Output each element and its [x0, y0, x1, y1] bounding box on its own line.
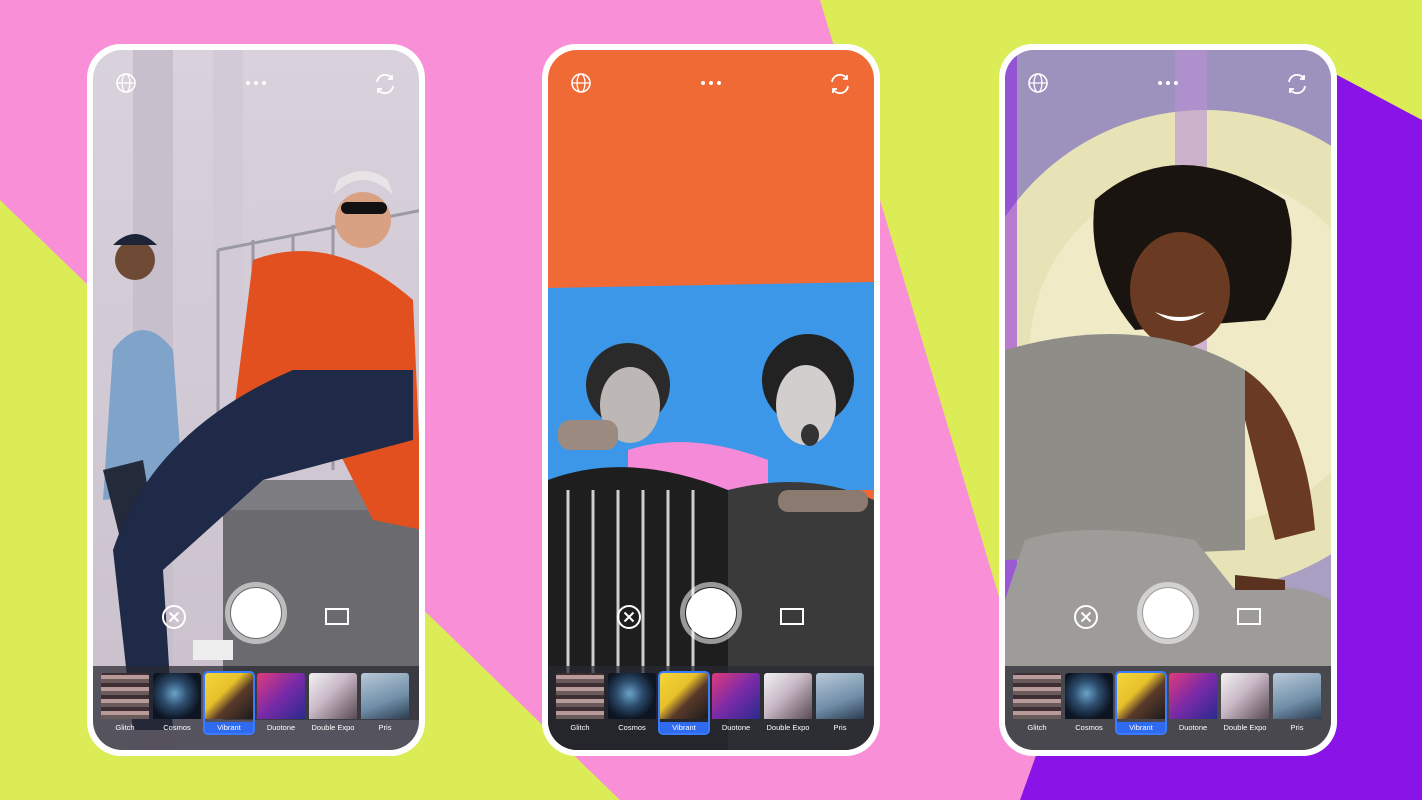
- filter-duotone[interactable]: Duotone: [257, 673, 305, 733]
- filter-prism[interactable]: Pris: [1273, 673, 1321, 733]
- cancel-icon[interactable]: [616, 604, 642, 630]
- filter-label: Vibrant: [660, 722, 708, 733]
- filter-vibrant[interactable]: Vibrant: [1115, 671, 1167, 735]
- filter-prism[interactable]: Pris: [361, 673, 409, 733]
- filter-double-expo[interactable]: Double Expo: [1221, 673, 1269, 733]
- globe-icon[interactable]: [115, 72, 137, 94]
- filter-label: hapes: [1005, 723, 1009, 732]
- camera-screen: hapes Glitch Cosmos Vibrant Duotone Doub…: [93, 50, 419, 750]
- camera-top-bar: [1005, 72, 1331, 96]
- filter-cosmos[interactable]: Cosmos: [1065, 673, 1113, 733]
- capture-controls: [93, 582, 419, 652]
- camera-screen: hapes Glitch Cosmos Vibrant Duotone Doub…: [1005, 50, 1331, 750]
- frame-icon[interactable]: [780, 608, 804, 625]
- filter-glitch[interactable]: Glitch: [1013, 673, 1061, 733]
- filter-label: Duotone: [266, 723, 296, 732]
- flip-camera-icon[interactable]: [1285, 72, 1309, 96]
- more-dots-icon[interactable]: [699, 80, 723, 86]
- filter-shapes[interactable]: hapes: [93, 673, 97, 733]
- capture-controls: [1005, 582, 1331, 652]
- filter-label: Glitch: [115, 723, 135, 732]
- camera-screen: hapes Glitch Cosmos Vibrant Duotone Doub…: [548, 50, 874, 750]
- filter-glitch[interactable]: Glitch: [101, 673, 149, 733]
- flip-camera-icon[interactable]: [828, 72, 852, 96]
- filter-bar: hapes Glitch Cosmos Vibrant Duotone Doub…: [1005, 666, 1331, 750]
- filter-bar: hapes Glitch Cosmos Vibrant Duotone Doub…: [548, 666, 874, 750]
- frame-icon[interactable]: [1237, 608, 1261, 625]
- filter-double-expo[interactable]: Double Expo: [309, 673, 357, 733]
- filter-prism[interactable]: Pris: [816, 673, 864, 733]
- filter-label: Cosmos: [163, 723, 191, 732]
- filter-list: hapes Glitch Cosmos Vibrant Duotone Doub…: [93, 671, 409, 735]
- filter-label: Pris: [378, 723, 392, 732]
- globe-icon[interactable]: [570, 72, 592, 94]
- filter-label: Pris: [833, 723, 847, 732]
- filter-label: Glitch: [570, 723, 590, 732]
- filter-label: Duotone: [1178, 723, 1208, 732]
- phone-mockup-1: hapes Glitch Cosmos Vibrant Duotone Doub…: [87, 44, 425, 756]
- filter-glitch[interactable]: Glitch: [556, 673, 604, 733]
- filter-shapes[interactable]: hapes: [1005, 673, 1009, 733]
- filter-duotone[interactable]: Duotone: [712, 673, 760, 733]
- filter-list: hapes Glitch Cosmos Vibrant Duotone Doub…: [548, 671, 864, 735]
- filter-label: hapes: [93, 723, 97, 732]
- capture-controls: [548, 582, 874, 652]
- camera-top-bar: [548, 72, 874, 96]
- filter-label: Vibrant: [205, 722, 253, 733]
- more-dots-icon[interactable]: [1156, 80, 1180, 86]
- filter-label: Pris: [1290, 723, 1304, 732]
- filter-vibrant[interactable]: Vibrant: [203, 671, 255, 735]
- filter-vibrant[interactable]: Vibrant: [658, 671, 710, 735]
- filter-label: Double Expo: [311, 723, 355, 732]
- filter-double-expo[interactable]: Double Expo: [764, 673, 812, 733]
- globe-icon[interactable]: [1027, 72, 1049, 94]
- filter-cosmos[interactable]: Cosmos: [153, 673, 201, 733]
- cancel-icon[interactable]: [161, 604, 187, 630]
- camera-top-bar: [93, 72, 419, 96]
- more-dots-icon[interactable]: [244, 80, 268, 86]
- filter-list: hapes Glitch Cosmos Vibrant Duotone Doub…: [1005, 671, 1321, 735]
- filter-shapes[interactable]: hapes: [548, 673, 552, 733]
- filter-label: Double Expo: [1223, 723, 1267, 732]
- cancel-icon[interactable]: [1073, 604, 1099, 630]
- flip-camera-icon[interactable]: [373, 72, 397, 96]
- filter-bar: hapes Glitch Cosmos Vibrant Duotone Doub…: [93, 666, 419, 750]
- frame-icon[interactable]: [325, 608, 349, 625]
- phone-mockup-2: hapes Glitch Cosmos Vibrant Duotone Doub…: [542, 44, 880, 756]
- filter-duotone[interactable]: Duotone: [1169, 673, 1217, 733]
- phone-mockup-3: hapes Glitch Cosmos Vibrant Duotone Doub…: [999, 44, 1337, 756]
- shutter-button[interactable]: [686, 588, 736, 638]
- filter-label: Double Expo: [766, 723, 810, 732]
- filter-cosmos[interactable]: Cosmos: [608, 673, 656, 733]
- filter-label: hapes: [548, 723, 552, 732]
- filter-label: Duotone: [721, 723, 751, 732]
- filter-label: Cosmos: [618, 723, 646, 732]
- filter-label: Vibrant: [1117, 722, 1165, 733]
- shutter-button[interactable]: [1143, 588, 1193, 638]
- filter-label: Cosmos: [1075, 723, 1103, 732]
- filter-label: Glitch: [1027, 723, 1047, 732]
- shutter-button[interactable]: [231, 588, 281, 638]
